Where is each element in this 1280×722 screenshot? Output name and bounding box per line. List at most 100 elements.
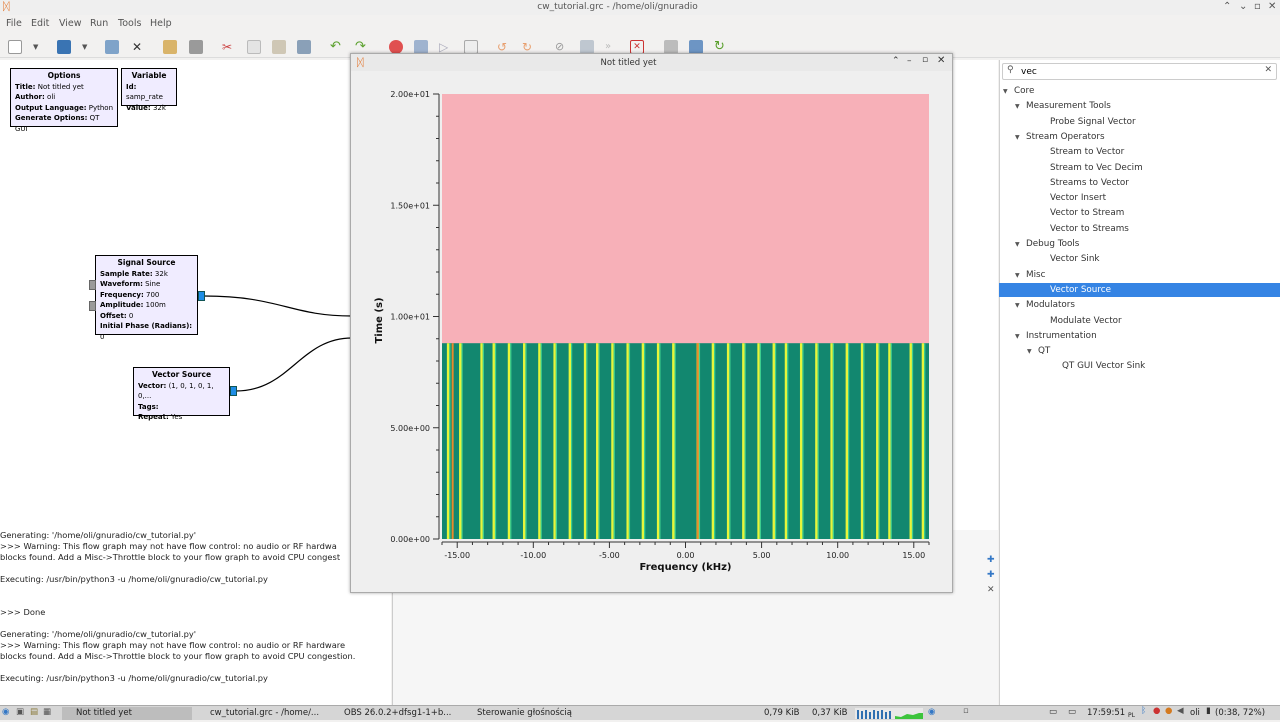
tree-expander-icon[interactable]: ▼ — [1015, 241, 1020, 248]
console-output[interactable]: Generating: '/home/oli/gnuradio/cw_tutor… — [0, 530, 391, 705]
battery-icon[interactable]: ▮ — [1206, 706, 1211, 716]
tree-item[interactable]: Vector Sink — [1050, 252, 1100, 266]
network-icon[interactable]: ◉ — [928, 707, 935, 717]
window-list-icon[interactable]: ▭ — [1068, 707, 1076, 717]
user-name[interactable]: oli — [1190, 707, 1200, 720]
start-menu-icon[interactable]: ◉ — [2, 707, 9, 717]
spectral-line-edge — [817, 343, 819, 539]
tree-expander-icon[interactable]: ▼ — [1027, 348, 1032, 355]
spectral-line — [757, 343, 760, 539]
tree-item[interactable]: Modulate Vector — [1050, 314, 1122, 328]
net-up: 0,37 KiB — [812, 708, 848, 718]
plus-icon[interactable]: ✚ — [987, 555, 995, 565]
spectral-line-edge — [628, 343, 631, 539]
close-icon[interactable]: ✕ — [987, 585, 995, 595]
plot-window[interactable]: ᛞ Not titled yet ⌃ – ▫ ✕ 0.00e+00 5.00e+0… — [350, 53, 953, 593]
tree-item[interactable]: Streams to Vector — [1050, 176, 1129, 190]
tree-item[interactable]: Misc — [1026, 268, 1045, 282]
desktop-icon[interactable]: ▫ — [963, 706, 969, 716]
task-obs[interactable]: OBS 26.0.2+dfsg1-1+b... — [330, 707, 458, 720]
variable-block[interactable]: Variable Id: samp_rate Value: 32k — [121, 68, 177, 112]
task-not-titled[interactable]: Not titled yet — [62, 707, 192, 720]
input-port[interactable] — [89, 280, 96, 290]
tree-item[interactable]: Stream to Vec Decim — [1050, 161, 1143, 175]
spectral-line-edge — [555, 343, 558, 539]
waterfall-plot: 0.00e+00 5.00e+00 1.00e+01 1.50e+01 2.00e+01… — [374, 90, 930, 573]
vector-source-block[interactable]: Vector Source Vector: (1, 0, 1, 0, 1, 0,… — [133, 367, 230, 421]
window-list-icon[interactable]: ▭ — [1049, 707, 1057, 717]
spectral-line-edge — [729, 343, 731, 539]
spectral-line-edge — [674, 343, 676, 539]
tree-item[interactable]: Vector Insert — [1050, 191, 1106, 205]
block-title: Signal Source — [117, 258, 176, 267]
spectral-line — [799, 343, 803, 539]
connection-signal[interactable] — [203, 295, 353, 317]
tree-expander-icon[interactable]: ▼ — [1003, 88, 1008, 95]
keyboard-layout[interactable]: PL — [1128, 709, 1135, 722]
spectral-line-edge — [586, 343, 588, 539]
plus-icon[interactable]: ✚ — [987, 570, 995, 580]
x-tick-label: 15.00 — [902, 551, 925, 560]
tree-item[interactable]: QT — [1038, 344, 1050, 358]
spectral-line — [568, 343, 572, 539]
tree-expander-icon[interactable]: ▼ — [1015, 272, 1020, 279]
tree-item[interactable]: Stream to Vector — [1050, 145, 1124, 159]
update-icon[interactable]: ● — [1165, 706, 1172, 716]
tree-item[interactable]: Core — [1014, 84, 1034, 98]
terminal-icon[interactable]: ▣ — [16, 707, 24, 717]
tree-expander-icon[interactable]: ▼ — [1015, 134, 1020, 141]
spectral-line — [726, 343, 730, 539]
options-block[interactable]: Options Title: Not titled yet Author: ol… — [10, 68, 118, 133]
tree-expander-icon[interactable]: ▼ — [1015, 333, 1020, 340]
spectral-line — [815, 343, 818, 539]
console-line: Executing: /usr/bin/python3 -u /home/oli… — [0, 673, 268, 683]
volume-icon[interactable]: ◀ — [1177, 706, 1184, 716]
spectral-line — [446, 343, 450, 539]
tree-item[interactable]: Stream Operators — [1026, 130, 1105, 144]
monitor-icon[interactable]: ▦ — [43, 707, 51, 717]
tree-item[interactable]: Vector to Streams — [1050, 222, 1129, 236]
spectral-line — [583, 343, 587, 539]
taskbar: ◉ ▣ ▤ ▦ Not titled yet cw_tutorial.grc -… — [0, 705, 1280, 720]
spectral-line-edge — [759, 343, 761, 539]
files-icon[interactable]: ▤ — [30, 707, 38, 717]
tree-item[interactable]: Measurement Tools — [1026, 99, 1111, 113]
tree-expander-icon[interactable]: ▼ — [1015, 103, 1020, 110]
spectral-line-edge — [911, 343, 914, 539]
spectral-line-edge — [848, 343, 850, 539]
spectral-line-edge — [644, 343, 646, 539]
search-input[interactable] — [1021, 65, 1251, 78]
x-axis-label: Frequency (kHz) — [640, 562, 732, 573]
output-port[interactable] — [198, 291, 205, 301]
spectral-line-edge — [449, 343, 451, 539]
spectral-line — [921, 343, 925, 539]
battery-status[interactable]: (0:38, 72%) — [1215, 707, 1265, 720]
task-volume-control[interactable]: Sterowanie głośnością — [463, 707, 593, 720]
spectral-line — [596, 343, 599, 539]
block-library — [999, 60, 1280, 705]
spectral-line — [480, 343, 483, 539]
tree-item[interactable]: Probe Signal Vector — [1050, 115, 1136, 129]
bluetooth-icon[interactable]: ᛒ — [1141, 706, 1146, 716]
tree-item[interactable]: QT GUI Vector Sink — [1062, 359, 1145, 373]
tree-expander-icon[interactable]: ▼ — [1015, 302, 1020, 309]
clear-search-icon[interactable]: ✕ — [1264, 65, 1272, 75]
spectral-line — [830, 343, 833, 539]
library-search[interactable]: ⚲ ✕ — [1002, 63, 1277, 80]
input-port[interactable] — [89, 301, 96, 311]
signal-source-block[interactable]: Signal Source Sample Rate: 32k Waveform:… — [95, 255, 198, 341]
clock[interactable]: 17:59:51 — [1087, 707, 1125, 720]
tree-item[interactable]: Instrumentation — [1026, 329, 1097, 343]
tree-item[interactable]: Modulators — [1026, 298, 1075, 312]
tree-item[interactable]: Vector Source — [1050, 283, 1111, 297]
obs-icon[interactable]: ● — [1153, 706, 1160, 716]
connection-vector[interactable] — [235, 337, 353, 392]
task-cw-tutorial[interactable]: cw_tutorial.grc - /home/... — [196, 707, 326, 720]
tree-item[interactable]: Debug Tools — [1026, 237, 1079, 251]
tree-item[interactable]: Vector to Stream — [1050, 206, 1124, 220]
output-port[interactable] — [230, 386, 237, 396]
y-tick-label: 1.00e+01 — [390, 313, 430, 322]
spectral-line — [507, 343, 511, 539]
spectral-line-edge — [878, 343, 880, 539]
y-tick-label: 0.00e+00 — [390, 535, 430, 544]
